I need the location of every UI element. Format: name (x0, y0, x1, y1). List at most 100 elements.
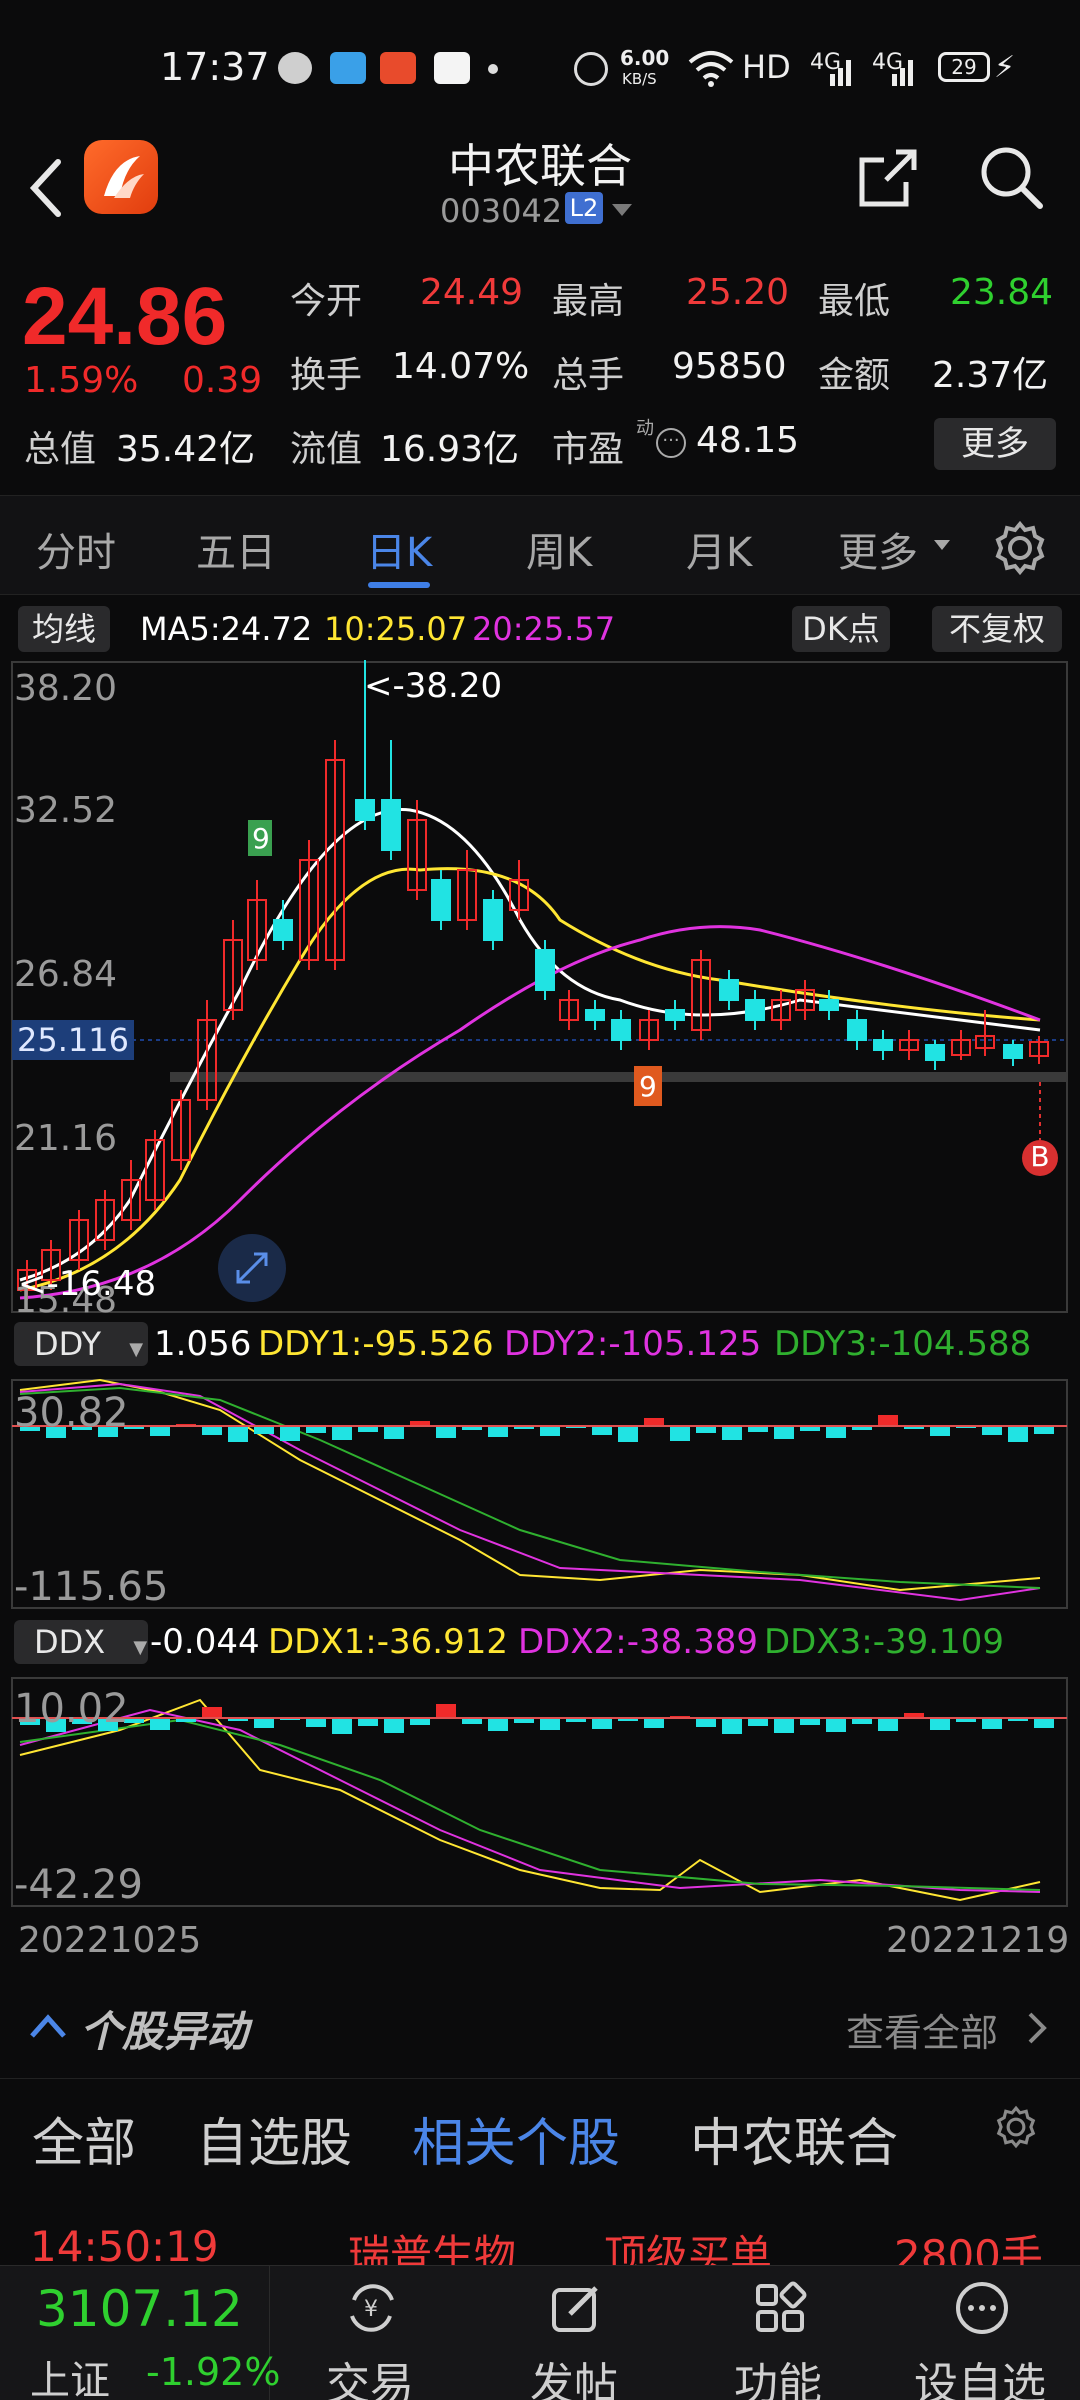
view-all-link[interactable]: 查看全部 (846, 2002, 998, 2057)
date-end: 20221219 (886, 1920, 1070, 1961)
histogram-bar (774, 1718, 794, 1733)
histogram-bar (488, 1718, 508, 1731)
histogram-bar (280, 1426, 300, 1441)
compose-icon (552, 2286, 598, 2332)
filter-watchlist[interactable]: 自选股 (196, 2101, 352, 2176)
filter-related[interactable]: 相关个股 (412, 2101, 620, 2176)
ddx-value: -0.044 (150, 1622, 260, 1662)
min-price-marker: <-16.48 (18, 1264, 157, 1304)
ddx2-legend: DDX2:-38.389 (518, 1622, 758, 1662)
candle-body (585, 1009, 605, 1021)
svg-text:9: 9 (252, 822, 270, 855)
histogram-bar (878, 1415, 898, 1426)
histogram-bar (800, 1718, 820, 1725)
svg-text:¥: ¥ (364, 2297, 378, 2322)
nav-post[interactable]: 发帖 (504, 2266, 644, 2400)
support-band (170, 1072, 1067, 1082)
nav-functions-label: 功能 (734, 2359, 822, 2400)
activity-title: 个股异动 (80, 2007, 249, 2056)
index-change: -1.92% (146, 2350, 281, 2394)
histogram-bar (540, 1426, 560, 1436)
ddy-selector[interactable]: DDY ▼ (14, 1322, 148, 1366)
filter-all[interactable]: 全部 (32, 2101, 136, 2176)
histogram-bar (488, 1426, 508, 1437)
crosshair-price-label: 25.116 (12, 1020, 134, 1060)
candle-body (819, 999, 839, 1011)
ddx-bars (12, 1704, 1067, 1734)
histogram-bar (1008, 1426, 1028, 1442)
histogram-bar (618, 1426, 638, 1442)
histogram-bar (410, 1718, 430, 1725)
candle-body (381, 799, 401, 851)
stock-activity-header: 个股异动 查看全部 (0, 1980, 1080, 2075)
histogram-bar (384, 1426, 404, 1439)
ddy2-legend: DDY2:-105.125 (504, 1324, 762, 1364)
nav-add-watchlist[interactable]: 设自选 (910, 2266, 1050, 2400)
candle-body (873, 1039, 893, 1051)
svg-text:9: 9 (639, 1070, 657, 1103)
histogram-bar (358, 1718, 378, 1726)
activity-filter-bar: 全部 自选股 相关个股 中农联合 (0, 2078, 1080, 2178)
histogram-bar (202, 1707, 222, 1718)
chevron-down-icon: ▼ (129, 1339, 144, 1360)
histogram-bar (254, 1426, 274, 1434)
histogram-bar (540, 1718, 560, 1730)
histogram-bar (826, 1718, 846, 1732)
histogram-bar (306, 1718, 326, 1727)
candle-body (611, 1019, 631, 1041)
histogram-bar (748, 1718, 768, 1726)
grid-icon (756, 2281, 807, 2332)
ddy1-legend: DDY1:-95.526 (258, 1324, 494, 1364)
histogram-bar (696, 1718, 716, 1727)
ddy3-legend: DDY3:-104.588 (774, 1324, 1032, 1364)
nav-functions[interactable]: 功能 (708, 2266, 848, 2400)
filter-this-stock[interactable]: 中农联合 (690, 2101, 898, 2176)
histogram-bar (150, 1718, 170, 1730)
histogram-bar (982, 1718, 1002, 1729)
index-ticker[interactable]: 3107.12 上证 -1.92% (0, 2266, 280, 2400)
nav-post-label: 发帖 (530, 2359, 618, 2400)
histogram-bar (930, 1718, 950, 1730)
chevron-right-icon (1028, 2012, 1047, 2044)
y-label-top: 38.20 (14, 668, 118, 709)
histogram-bar (228, 1426, 248, 1442)
histogram-bar (436, 1704, 456, 1718)
more-dots-icon (956, 2282, 1008, 2334)
nav-trade-label: 交易 (326, 2359, 414, 2400)
index-value: 3107.12 (36, 2280, 243, 2338)
ddx1-legend: DDX1:-36.912 (268, 1622, 508, 1662)
filter-settings-gear-icon[interactable] (994, 2105, 1038, 2149)
ddy-bottom-label: -115.65 (14, 1564, 169, 1610)
activity-time: 14:50:19 (30, 2222, 219, 2271)
chevron-down-icon: ▼ (133, 1637, 148, 1658)
chevron-up-icon[interactable] (28, 2010, 68, 2040)
candle-body (1003, 1044, 1023, 1059)
histogram-bar (306, 1426, 326, 1433)
index-name: 上证 (30, 2358, 110, 2400)
candles (17, 660, 1049, 1300)
candle-body (483, 899, 503, 941)
y-label-3: 26.84 (14, 954, 118, 995)
histogram-bar (722, 1718, 742, 1734)
ddy-bars (12, 1415, 1067, 1442)
ddy1-line (19, 1378, 1041, 1592)
histogram-bar (644, 1418, 664, 1426)
histogram-bar (696, 1426, 716, 1433)
nav-add-watchlist-label: 设自选 (914, 2359, 1046, 2400)
candle-body (847, 1019, 867, 1041)
histogram-bar (930, 1426, 950, 1436)
candle-body (535, 949, 555, 991)
histogram-bar (1034, 1426, 1054, 1434)
candle-body (355, 799, 375, 821)
ddx2-line (19, 1708, 1041, 1893)
histogram-bar (592, 1426, 612, 1435)
ddx-selector[interactable]: DDX ▼ (14, 1620, 148, 1664)
y-label-4: 21.16 (14, 1118, 118, 1159)
nav-trade[interactable]: ¥ 交易 (300, 2266, 440, 2400)
histogram-bar (150, 1426, 170, 1436)
ddx-top-label: 10.02 (14, 1686, 129, 1732)
histogram-bar (332, 1718, 352, 1734)
histogram-bar (878, 1718, 898, 1731)
histogram-bar (1034, 1718, 1054, 1728)
ddx-selector-label: DDX (34, 1623, 106, 1661)
